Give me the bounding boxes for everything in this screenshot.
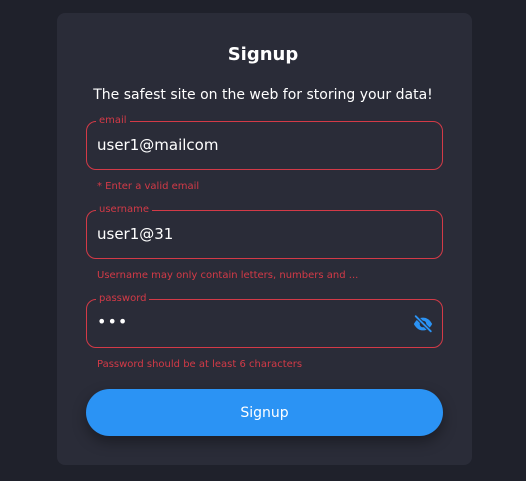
username-input[interactable]: user1@31 [97, 224, 173, 244]
password-input[interactable]: ••• [97, 312, 128, 332]
email-input[interactable]: user1@mailcom [97, 135, 218, 155]
password-label: password [96, 292, 150, 306]
email-error: * Enter a valid email [97, 181, 200, 192]
form-subtitle: The safest site on the web for storing y… [93, 87, 433, 103]
eye-off-icon[interactable] [412, 313, 434, 335]
username-error: Username may only contain letters, numbe… [97, 270, 359, 281]
email-label: email [96, 114, 130, 128]
email-field[interactable]: email user1@mailcom [86, 114, 443, 170]
signup-button[interactable]: Signup [86, 389, 443, 436]
username-field[interactable]: username user1@31 [86, 203, 443, 259]
username-label: username [96, 203, 152, 217]
form-title: Signup [227, 44, 299, 65]
password-error: Password should be at least 6 characters [97, 359, 303, 370]
password-field[interactable]: password ••• [86, 292, 443, 348]
